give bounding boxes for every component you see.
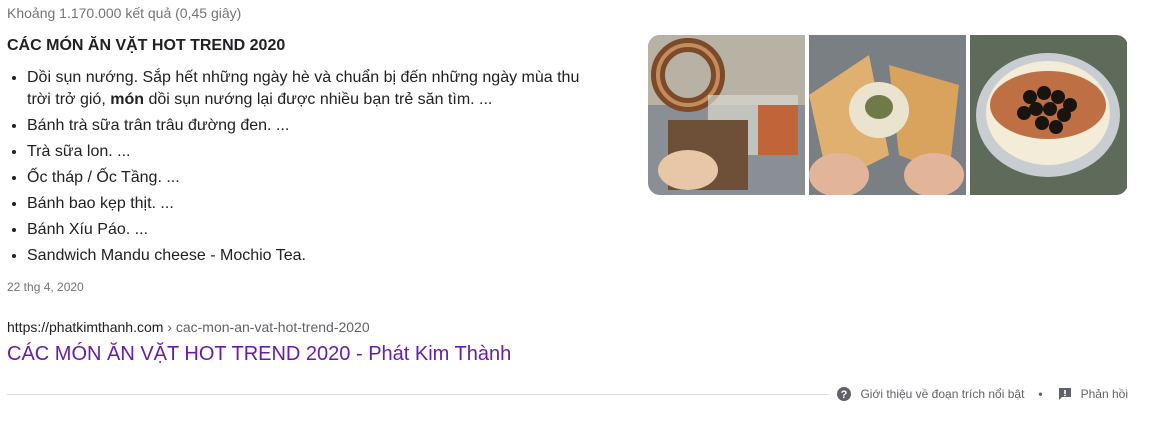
result-path: › cac-mon-an-vat-hot-trend-2020	[163, 319, 370, 335]
list-item: Bánh trà sữa trân trâu đường đen. ...	[27, 115, 587, 137]
list-item-bold-text: món	[110, 91, 144, 108]
feedback-icon	[1057, 386, 1073, 402]
featured-snippet-list: Dồi sụn nướng. Sắp hết những ngày hè và …	[7, 67, 587, 271]
food-image-grilled-sausage[interactable]	[648, 35, 805, 195]
list-item: Bánh Xíu Páo. ...	[27, 219, 587, 241]
about-label: Giới thiệu về đoạn trích nổi bật	[860, 387, 1025, 401]
footer-separator: •	[1038, 387, 1043, 401]
divider	[7, 394, 829, 395]
help-circle-icon: ?	[836, 386, 852, 402]
list-item-text: dồi sụn nướng lại được nhiều bạn trẻ săn…	[144, 91, 493, 108]
about-featured-snippets-link[interactable]: ? Giới thiệu về đoạn trích nổi bật	[836, 386, 1024, 402]
snippet-images[interactable]	[648, 35, 1128, 195]
list-item: Ốc tháp / Ốc Tầng. ...	[27, 167, 587, 189]
food-image-sandwich[interactable]	[809, 35, 966, 195]
list-item: Sandwich Mandu cheese - Mochio Tea.	[27, 245, 587, 267]
list-item: Bánh bao kẹp thịt. ...	[27, 193, 587, 215]
feedback-label: Phản hồi	[1080, 387, 1128, 401]
list-item: Dồi sụn nướng. Sắp hết những ngày hè và …	[27, 67, 587, 111]
list-item: Trà sữa lon. ...	[27, 141, 587, 163]
result-title-link[interactable]: CÁC MÓN ĂN VẶT HOT TREND 2020 - Phát Kim…	[7, 343, 511, 366]
snippet-date: 22 thg 4, 2020	[7, 280, 84, 294]
featured-snippet-title: CÁC MÓN ĂN VẶT HOT TREND 2020	[7, 37, 286, 54]
result-cite: https://phatkimthanh.com › cac-mon-an-va…	[7, 319, 370, 335]
result-domain: https://phatkimthanh.com	[7, 319, 164, 335]
food-image-bubble-tea[interactable]	[970, 35, 1127, 195]
svg-text:?: ?	[841, 389, 848, 401]
feedback-link[interactable]: Phản hồi	[1057, 386, 1128, 402]
snippet-footer: ? Giới thiệu về đoạn trích nổi bật • Phả…	[836, 386, 1128, 402]
result-stats: Khoảng 1.170.000 kết quả (0,45 giây)	[7, 5, 242, 21]
